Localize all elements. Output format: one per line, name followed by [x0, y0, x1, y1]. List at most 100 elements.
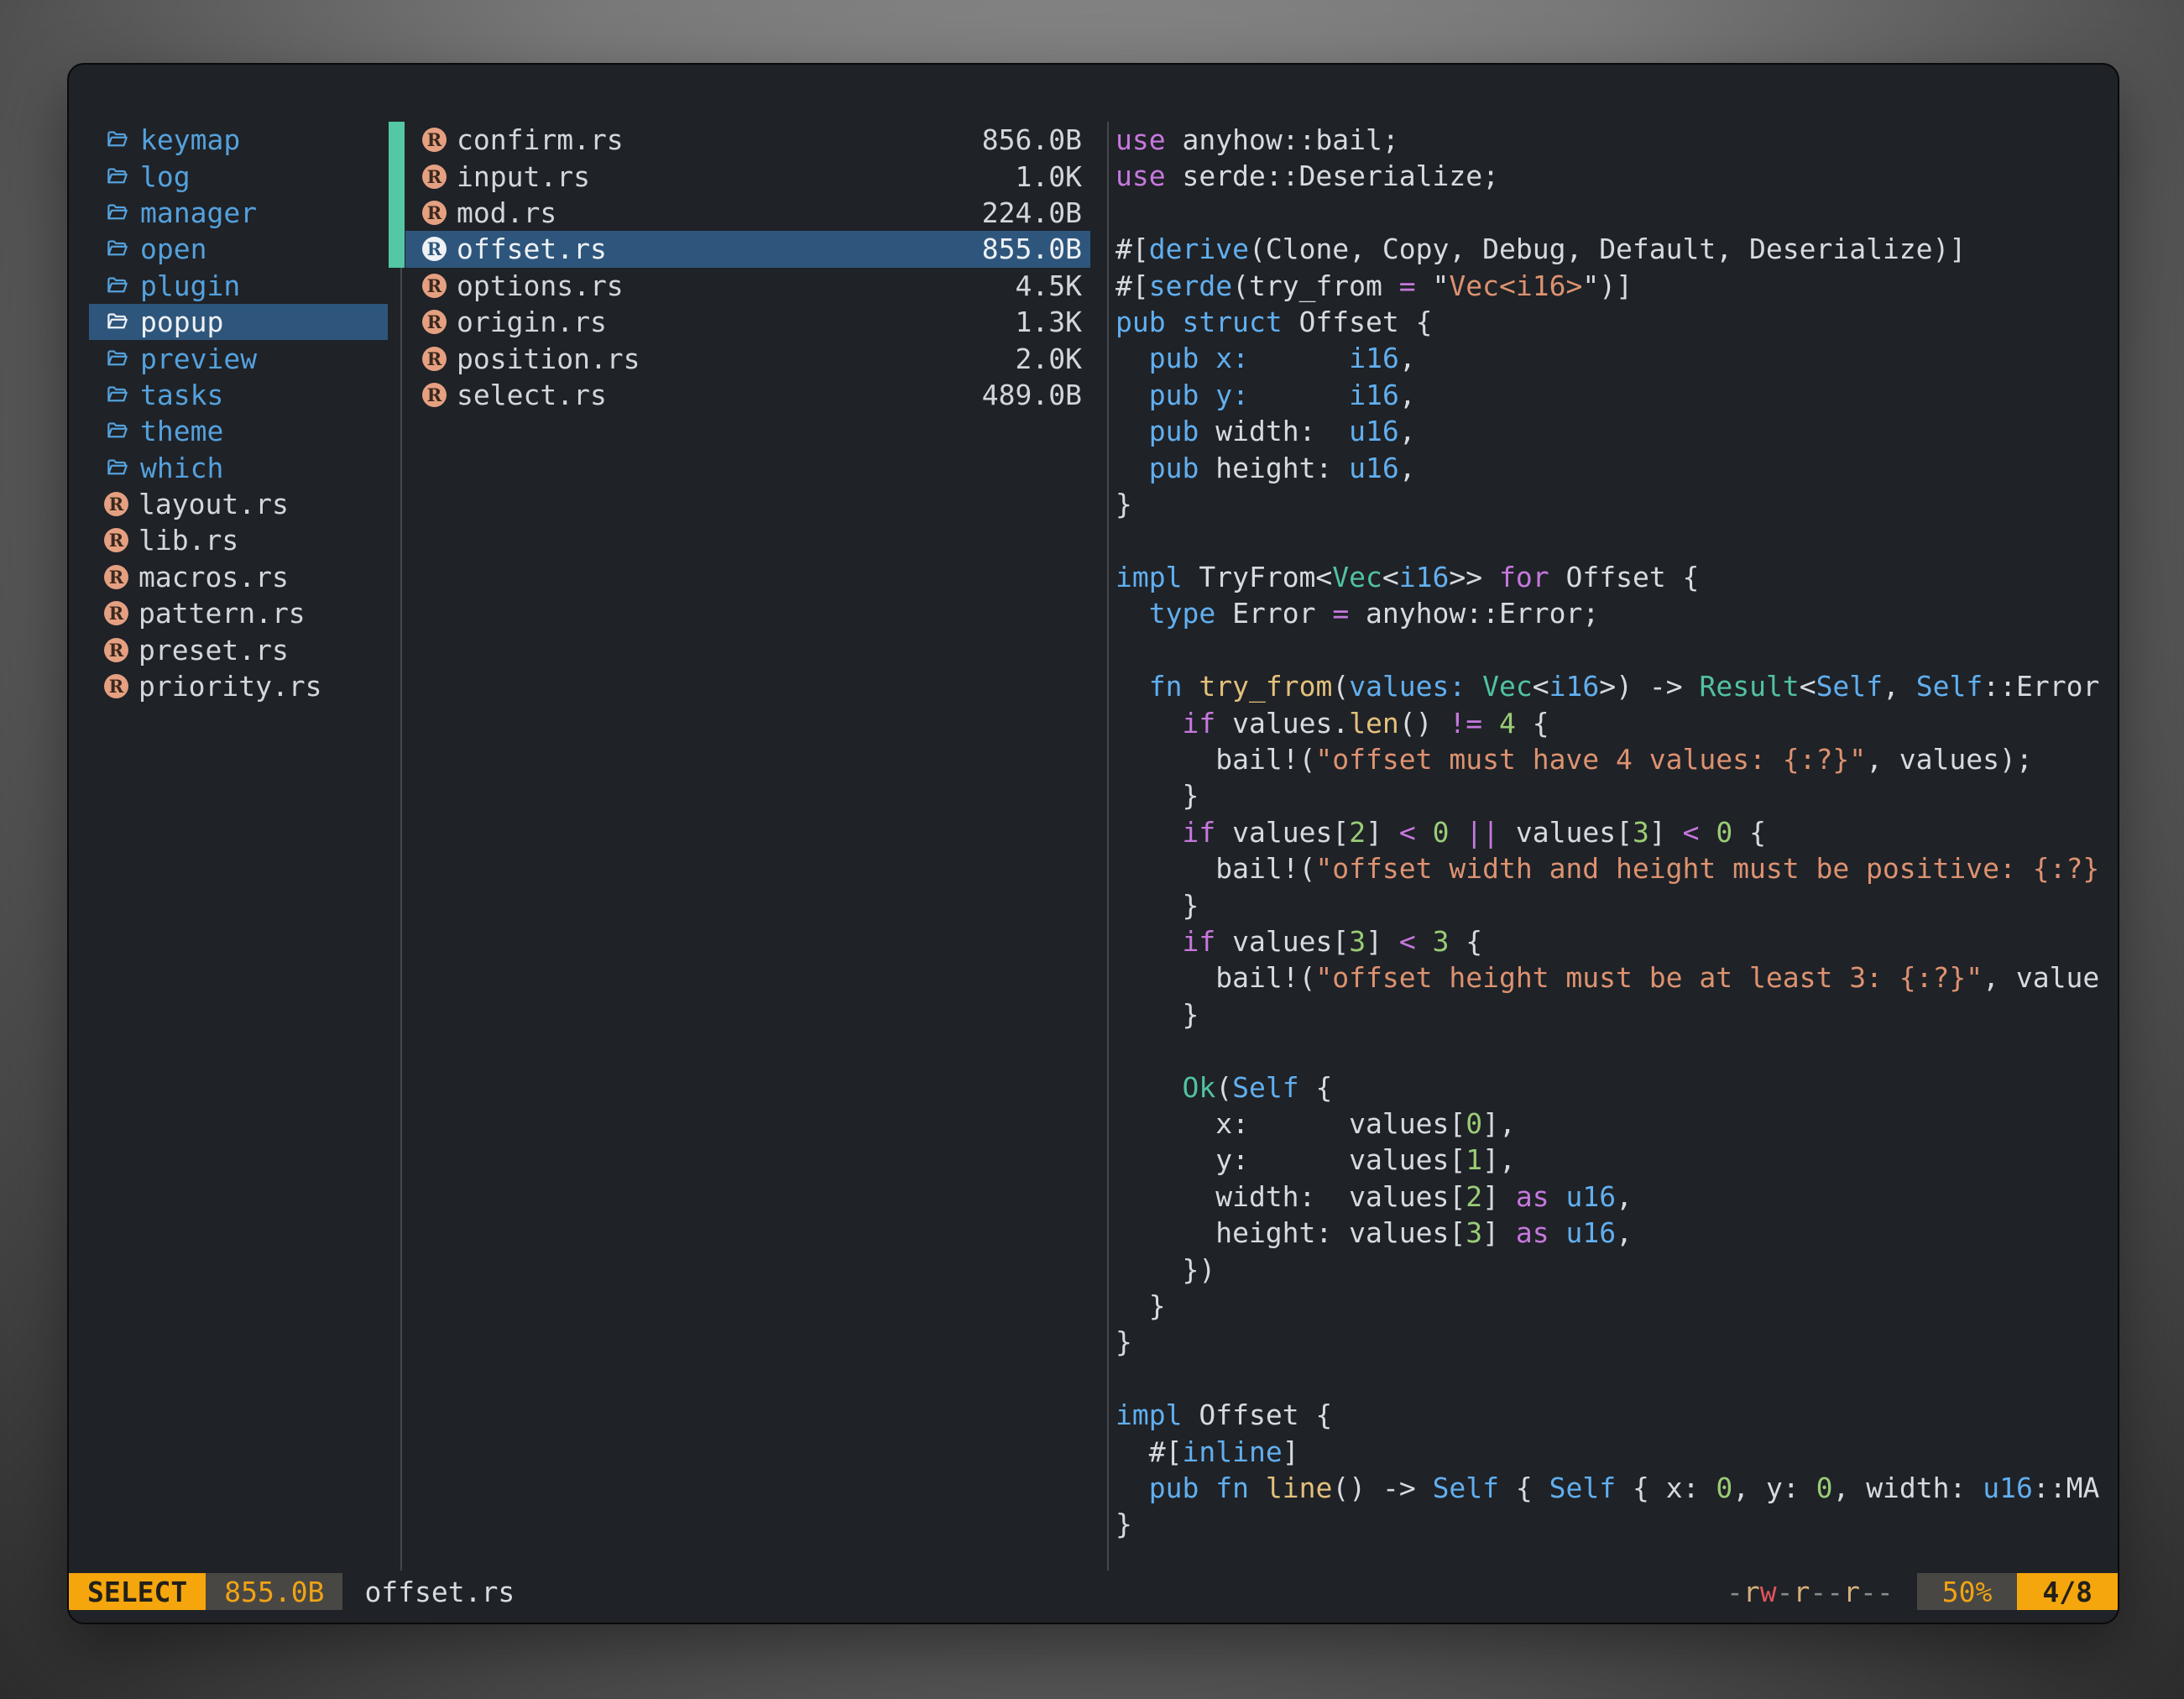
rust-file-icon: R — [422, 274, 447, 298]
sidebar-item-theme[interactable]: theme — [89, 413, 388, 449]
code-line: bail!("offset width and height must be p… — [1116, 850, 2113, 886]
rust-file-icon: R — [422, 128, 447, 152]
code-line: } — [1116, 777, 2113, 813]
code-line: fn try_from(values: Vec<i16>) -> Result<… — [1116, 668, 2113, 704]
file-row-position-rs[interactable]: Rposition.rs2.0K — [405, 340, 1090, 376]
sidebar-item-pattern-rs[interactable]: Rpattern.rs — [89, 595, 388, 631]
sidebar-item-which[interactable]: which — [89, 450, 388, 486]
file-row-origin-rs[interactable]: Rorigin.rs 1.3K — [405, 304, 1090, 340]
sidebar-item-open[interactable]: open — [89, 231, 388, 267]
file-name: options.rs — [457, 269, 624, 302]
sidebar-item-label: pattern.rs — [138, 597, 306, 630]
current-pane: Rconfirm.rs856.0BRinput.rs1.0KRmod.rs224… — [405, 122, 1090, 1571]
rust-file-icon: R — [422, 383, 447, 407]
preview-pane: use anyhow::bail;use serde::Deserialize;… — [1116, 122, 2113, 1571]
file-size: 1.3K — [1016, 306, 1082, 338]
code-line: impl TryFrom<Vec<i16>> for Offset { — [1116, 559, 2113, 595]
file-size: 4.5K — [1016, 269, 1082, 302]
sidebar-item-macros-rs[interactable]: Rmacros.rs — [89, 559, 388, 595]
rust-file-icon: R — [422, 310, 447, 334]
code-line: height: values[3] as u16, — [1116, 1215, 2113, 1251]
file-name: select.rs — [457, 379, 607, 411]
sidebar-item-manager[interactable]: manager — [89, 195, 388, 231]
file-row-offset-rs[interactable]: Roffset.rs 855.0B — [405, 231, 1090, 267]
sidebar-item-label: tasks — [140, 379, 223, 411]
code-line: } — [1116, 1324, 2113, 1360]
code-line: } — [1116, 486, 2113, 522]
code-line: bail!("offset must have 4 values: {:?}",… — [1116, 741, 2113, 777]
code-line — [1116, 1032, 2113, 1069]
code-line: width: values[2] as u16, — [1116, 1179, 2113, 1215]
code-line — [1116, 522, 2113, 558]
rust-file-icon: R — [104, 528, 128, 552]
folder-open-icon — [104, 201, 130, 224]
code-line: } — [1116, 996, 2113, 1032]
rust-file-icon: R — [104, 674, 128, 698]
status-bar: SELECT 855.0B offset.rs -rw-r--r-- 50% 4… — [69, 1573, 2118, 1610]
sidebar-item-preset-rs[interactable]: Rpreset.rs — [89, 631, 388, 667]
folder-open-icon — [104, 457, 130, 479]
rust-file-icon: R — [422, 201, 447, 225]
sidebar-item-popup[interactable]: popup — [89, 304, 388, 340]
sidebar-item-tasks[interactable]: tasks — [89, 377, 388, 413]
sidebar-item-plugin[interactable]: plugin — [89, 268, 388, 304]
folder-open-icon — [104, 420, 130, 442]
folder-open-icon — [104, 128, 130, 151]
code-line: use anyhow::bail; — [1116, 122, 2113, 158]
sidebar-item-priority-rs[interactable]: Rpriority.rs — [89, 668, 388, 704]
code-line — [1116, 632, 2113, 668]
sidebar-item-label: lib.rs — [138, 524, 238, 557]
file-name: position.rs — [457, 342, 640, 375]
code-line: Ok(Self { — [1116, 1069, 2113, 1106]
code-line: if values.len() != 4 { — [1116, 705, 2113, 741]
file-name: confirm.rs — [457, 123, 624, 156]
code-line: pub x: i16, — [1116, 340, 2113, 376]
folder-open-icon — [104, 165, 130, 188]
file-size: 489.0B — [982, 379, 1082, 411]
file-row-select-rs[interactable]: Rselect.rs 489.0B — [405, 377, 1090, 413]
sidebar-item-label: keymap — [140, 123, 240, 156]
mode-badge: SELECT — [69, 1573, 206, 1610]
file-name: mod.rs — [457, 196, 556, 229]
rust-file-icon: R — [104, 565, 128, 589]
file-name: origin.rs — [457, 306, 607, 338]
code-line: } — [1116, 1506, 2113, 1542]
rust-file-icon: R — [422, 237, 447, 261]
sidebar-item-label: theme — [140, 415, 223, 447]
file-size: 855.0B — [982, 233, 1082, 265]
code-line: } — [1116, 887, 2113, 923]
sidebar-item-label: preset.rs — [138, 634, 289, 667]
sidebar-item-label: priority.rs — [138, 670, 322, 703]
file-row-confirm-rs[interactable]: Rconfirm.rs856.0B — [405, 122, 1090, 158]
sidebar-item-log[interactable]: log — [89, 158, 388, 194]
desktop-background: keymap log manager open plugin popup pre… — [0, 0, 2184, 1699]
folder-open-icon — [104, 238, 130, 260]
code-line: } — [1116, 1288, 2113, 1324]
sidebar-item-label: open — [140, 233, 206, 265]
pane-separator-left — [400, 122, 402, 1571]
rust-file-icon: R — [104, 638, 128, 662]
code-line: y: values[1], — [1116, 1142, 2113, 1178]
sidebar-item-label: which — [140, 452, 223, 484]
file-name: offset.rs — [457, 233, 607, 265]
sidebar-item-lib-rs[interactable]: Rlib.rs — [89, 522, 388, 558]
status-right: -rw-r--r-- 50% 4/8 — [1727, 1573, 2118, 1610]
file-row-mod-rs[interactable]: Rmod.rs224.0B — [405, 195, 1090, 231]
code-line: type Error = anyhow::Error; — [1116, 595, 2113, 631]
code-line: if values[2] < 0 || values[3] < 0 { — [1116, 814, 2113, 850]
file-row-options-rs[interactable]: Roptions.rs 4.5K — [405, 268, 1090, 304]
code-line: pub height: u16, — [1116, 450, 2113, 486]
status-filename: offset.rs — [364, 1576, 515, 1608]
file-size-badge: 855.0B — [206, 1573, 342, 1610]
pane-separator-right — [1107, 122, 1109, 1571]
sidebar-item-keymap[interactable]: keymap — [89, 122, 388, 158]
file-size: 1.0K — [1016, 160, 1082, 193]
folder-open-icon — [104, 384, 130, 406]
code-line: pub y: i16, — [1116, 377, 2113, 413]
code-line: }) — [1116, 1252, 2113, 1288]
file-row-input-rs[interactable]: Rinput.rs1.0K — [405, 158, 1090, 194]
sidebar-item-preview[interactable]: preview — [89, 340, 388, 376]
code-line: bail!("offset height must be at least 3:… — [1116, 959, 2113, 996]
sidebar-item-layout-rs[interactable]: Rlayout.rs — [89, 486, 388, 522]
cursor-position-badge: 4/8 — [2017, 1573, 2118, 1610]
